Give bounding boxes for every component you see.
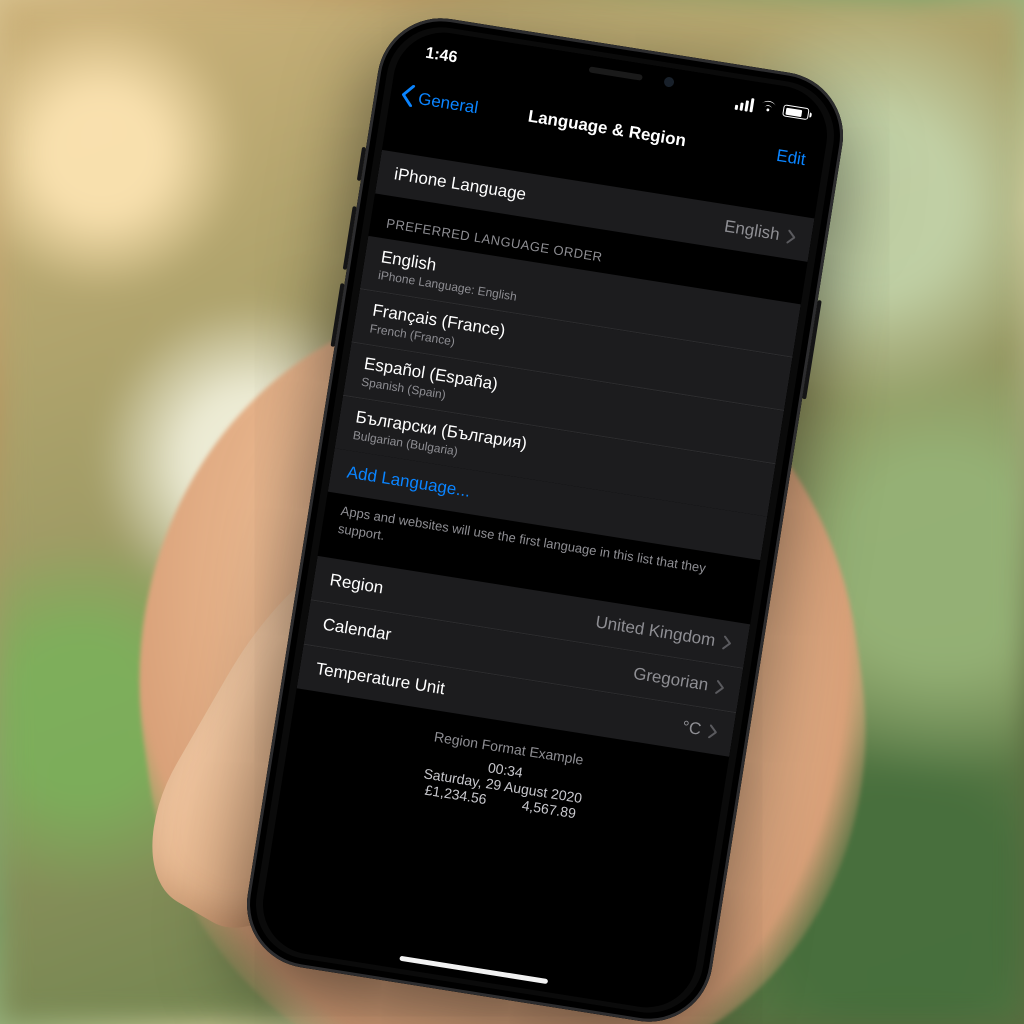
region-value: United Kingdom (594, 612, 717, 651)
chevron-right-icon (722, 636, 732, 651)
battery-icon (782, 104, 810, 120)
edit-button[interactable]: Edit (773, 134, 809, 182)
temperature-value: °C (681, 717, 703, 740)
chevron-right-icon (715, 680, 725, 695)
calendar-value: Gregorian (632, 664, 710, 696)
chevron-right-icon (786, 230, 796, 245)
chevron-right-icon (708, 724, 718, 739)
add-language-label: Add Language... (346, 463, 472, 501)
back-label: General (417, 89, 480, 118)
wifi-icon (758, 97, 779, 119)
edit-label: Edit (775, 146, 807, 170)
cellular-signal-icon (735, 96, 755, 113)
iphone-language-value: English (723, 217, 781, 245)
status-time: 1:46 (424, 45, 458, 68)
